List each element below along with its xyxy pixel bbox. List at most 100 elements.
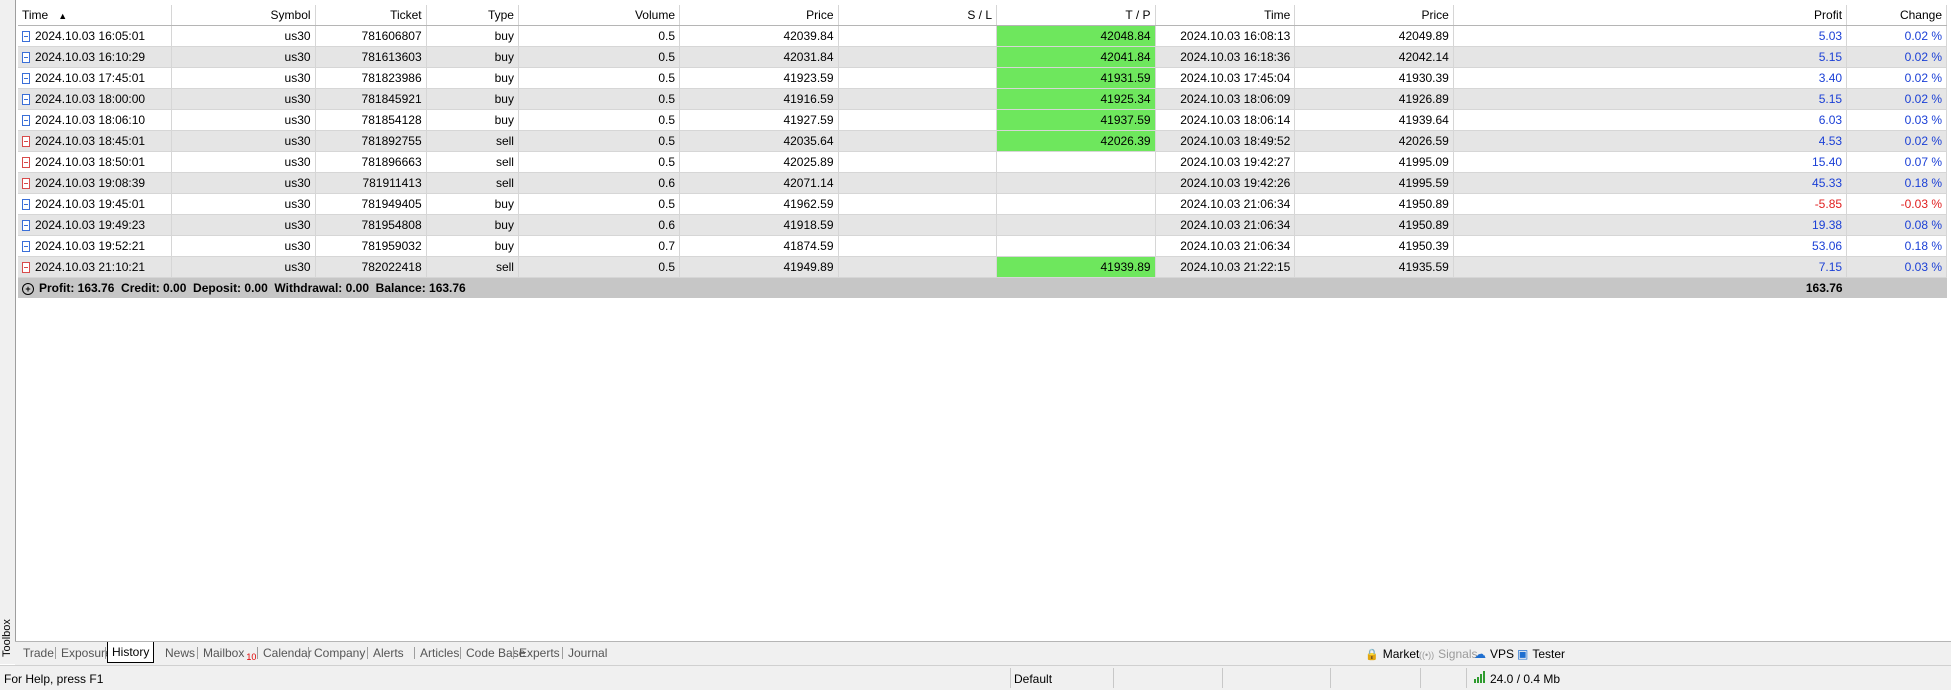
cell-value: 0.5 — [658, 50, 675, 64]
tab-separator — [197, 647, 198, 659]
cell-change: 0.02 % — [1846, 25, 1947, 47]
tab-alerts[interactable]: Alerts — [369, 645, 408, 663]
cell-price: 41874.59 — [679, 235, 839, 257]
column-header-volume[interactable]: Volume — [518, 5, 681, 26]
cell-type: sell — [426, 151, 519, 173]
cell-value: buy — [494, 218, 514, 232]
toolbox-strip[interactable]: Toolbox — [0, 0, 16, 664]
cell-sl — [838, 235, 998, 257]
table-row[interactable]: 2024.10.03 19:52:21 us30 781959032 buy 0.7 41… — [18, 235, 1947, 257]
table-row[interactable]: 2024.10.03 16:05:01 us30 781606807 buy 0.5 42… — [18, 25, 1947, 47]
cell-volume: 0.5 — [518, 109, 681, 131]
cell-symbol: us30 — [171, 46, 316, 68]
column-header-profit[interactable]: Profit — [1453, 5, 1848, 26]
cell-value: 2024.10.03 21:22:15 — [1180, 260, 1291, 274]
cell-value: 41925.34 — [1100, 92, 1151, 106]
column-header-price[interactable]: Price — [679, 5, 839, 26]
cell-value: 42025.89 — [783, 155, 834, 169]
cell-value: 781823986 — [361, 71, 422, 85]
cell-sl — [838, 67, 998, 89]
tab-history[interactable]: History — [107, 642, 155, 663]
column-header-ticket[interactable]: Ticket — [315, 5, 427, 26]
table-row[interactable]: 2024.10.03 19:45:01 us30 781949405 buy 0.5 41… — [18, 193, 1947, 215]
cell-value: 2024.10.03 19:08:39 — [35, 176, 146, 190]
cell-close-price: 41995.59 — [1294, 172, 1454, 194]
table-row[interactable]: 2024.10.03 19:49:23 us30 781954808 buy 0.6 41… — [18, 214, 1947, 236]
tab-mailbox[interactable]: Mailbox 10 — [199, 645, 260, 663]
toolbox-label[interactable]: Toolbox — [1, 618, 14, 658]
cell-value: 0.5 — [658, 260, 675, 274]
cell-value: 0.18 % — [1904, 239, 1942, 253]
status-divider — [1466, 668, 1467, 688]
cell-value: 0.02 % — [1904, 50, 1942, 64]
cell-value: 2024.10.03 16:05:01 — [35, 29, 146, 43]
signals-button[interactable]: ((•)) Signals — [1419, 645, 1478, 663]
cell-time: 2024.10.03 21:10:21 — [18, 256, 173, 278]
cell-value: 3.40 — [1818, 71, 1843, 85]
cell-volume: 0.5 — [518, 88, 681, 110]
column-header-symbol[interactable]: Symbol — [171, 5, 316, 26]
buy-deal-icon — [22, 73, 30, 85]
cell-close-price: 41950.39 — [1294, 235, 1454, 257]
cell-close-time: 2024.10.03 21:22:15 — [1155, 256, 1296, 278]
expand-icon[interactable]: + — [22, 282, 34, 295]
cell-profit: 6.03 — [1453, 109, 1848, 131]
table-row[interactable]: 2024.10.03 18:00:00 us30 781845921 buy 0.5 41… — [18, 88, 1947, 110]
cell-sl — [838, 172, 998, 194]
cell-value: 2024.10.03 18:49:52 — [1180, 134, 1291, 148]
column-header-close-time[interactable]: Time — [1155, 5, 1296, 26]
cell-sl — [838, 25, 998, 47]
cell-type: sell — [426, 256, 519, 278]
cell-type: buy — [426, 46, 519, 68]
market-button-label: Market — [1382, 647, 1420, 661]
tab-separator — [367, 647, 368, 659]
sort-ascending-icon: ▲ — [58, 11, 68, 21]
cell-value: 2024.10.03 18:06:10 — [35, 113, 146, 127]
column-header-change[interactable]: Change — [1846, 5, 1947, 26]
summary-row[interactable]: + Profit: 163.76 Credit: 0.00 Deposit: 0.… — [18, 277, 1947, 298]
vps-button[interactable]: ☁ VPS — [1474, 645, 1514, 663]
cell-symbol: us30 — [171, 172, 316, 194]
vps-button-label: VPS — [1490, 647, 1515, 661]
column-header-time[interactable]: Time ▲ — [18, 5, 173, 26]
cell-close-time: 2024.10.03 18:49:52 — [1155, 130, 1296, 152]
cell-price: 41949.89 — [679, 256, 839, 278]
column-header-type[interactable]: Type — [426, 5, 519, 26]
buy-deal-icon — [22, 241, 30, 253]
table-row[interactable]: 2024.10.03 18:45:01 us30 781892755 sell 0.5 4… — [18, 130, 1947, 152]
column-header-tp[interactable]: T / P — [996, 5, 1156, 26]
tab-articles[interactable]: Articles — [416, 645, 463, 663]
table-row[interactable]: 2024.10.03 16:10:29 us30 781613603 buy 0.5 42… — [18, 46, 1947, 68]
tab-label: Trade — [23, 646, 54, 660]
cell-close-price: 41950.89 — [1294, 193, 1454, 215]
cell-value: buy — [494, 197, 514, 211]
table-row[interactable]: 2024.10.03 18:50:01 us30 781896663 sell 0.5 4… — [18, 151, 1947, 173]
summary-total-profit-value: 163.76 — [1805, 281, 1843, 295]
tab-journal[interactable]: Journal — [564, 645, 611, 663]
cell-value: 41939.64 — [1398, 113, 1449, 127]
table-row[interactable]: 2024.10.03 17:45:01 us30 781823986 buy 0.5 41… — [18, 67, 1947, 89]
cell-value: us30 — [284, 50, 311, 64]
cell-value: 6.03 — [1818, 113, 1843, 127]
column-header-sl[interactable]: S / L — [838, 5, 998, 26]
table-row[interactable]: 2024.10.03 18:06:10 us30 781854128 buy 0.5 41… — [18, 109, 1947, 131]
sell-deal-icon — [22, 262, 30, 274]
cell-value: 41950.89 — [1398, 218, 1449, 232]
tab-trade[interactable]: Trade — [19, 645, 58, 663]
tester-button[interactable]: ▣ Tester — [1517, 645, 1565, 663]
tab-news[interactable]: News — [161, 645, 199, 663]
summary-total-profit: 163.76 — [1453, 277, 1847, 298]
cell-change: 0.18 % — [1846, 172, 1947, 194]
table-row[interactable]: 2024.10.03 21:10:21 us30 782022418 sell 0.5 4… — [18, 256, 1947, 278]
cell-profit: 45.33 — [1453, 172, 1848, 194]
cell-time: 2024.10.03 18:06:10 — [18, 109, 173, 131]
table-row[interactable]: 2024.10.03 19:08:39 us30 781911413 sell 0.6 4… — [18, 172, 1947, 194]
cell-value: 0.5 — [658, 71, 675, 85]
tab-experts[interactable]: Experts — [515, 645, 564, 663]
cell-value: 0.02 % — [1904, 71, 1942, 85]
summary-text: Profit: 163.76 Credit: 0.00 Deposit: 0.0… — [39, 281, 466, 295]
market-button[interactable]: 🔒 Market — [1365, 645, 1419, 663]
column-header-close-price[interactable]: Price — [1294, 5, 1454, 26]
cell-value: 42026.39 — [1100, 134, 1151, 148]
tab-company[interactable]: Company — [310, 645, 369, 663]
